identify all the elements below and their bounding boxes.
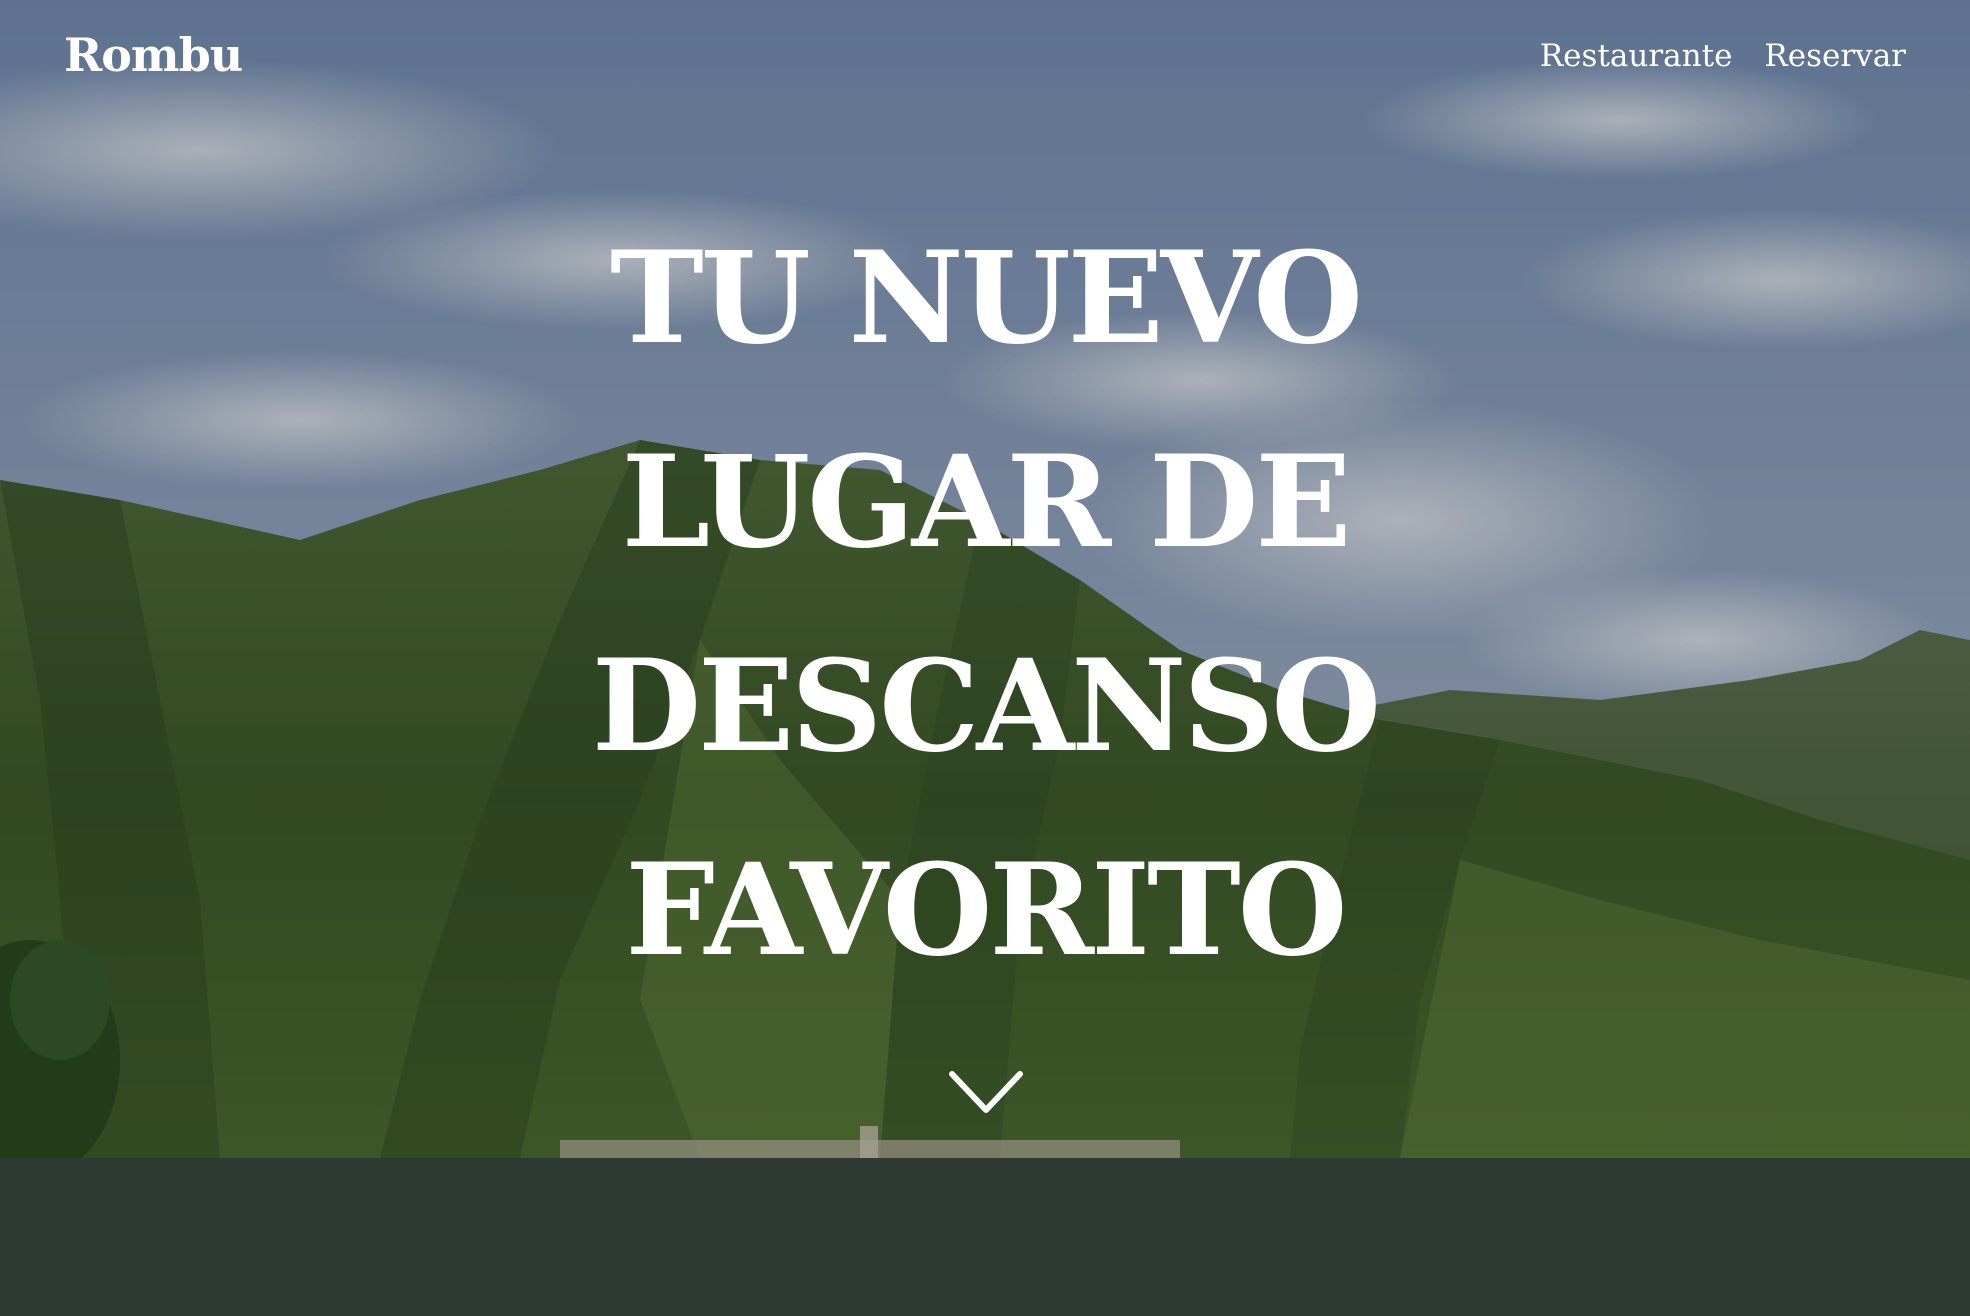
nav-link-restaurante[interactable]: Restaurante xyxy=(1540,38,1733,74)
scroll-down-button[interactable] xyxy=(948,1068,1024,1116)
hero-headline-line-4: FAVORITO xyxy=(625,836,1347,984)
brand-logo-link[interactable]: Rombu xyxy=(64,28,243,82)
hero-headline-line-2: LUGAR DE xyxy=(621,428,1352,576)
hero-headline-line-1: TU NUEVO xyxy=(610,224,1363,372)
chevron-down-icon xyxy=(949,1071,1023,1113)
nav-links: Restaurante Reservar xyxy=(1540,38,1906,74)
top-navbar: Rombu Restaurante Reservar xyxy=(0,0,1970,120)
hero-headline: TU NUEVO LUGAR DE DESCANSO FAVORITO xyxy=(0,196,1970,1012)
hero-section: Rombu Restaurante Reservar TU NUEVO LUGA… xyxy=(0,0,1970,1158)
page: Rombu Restaurante Reservar TU NUEVO LUGA… xyxy=(0,0,1970,1316)
dark-green-section xyxy=(0,1158,1970,1316)
hero-headline-line-3: DESCANSO xyxy=(591,632,1381,780)
nav-link-reservar[interactable]: Reservar xyxy=(1764,38,1906,74)
